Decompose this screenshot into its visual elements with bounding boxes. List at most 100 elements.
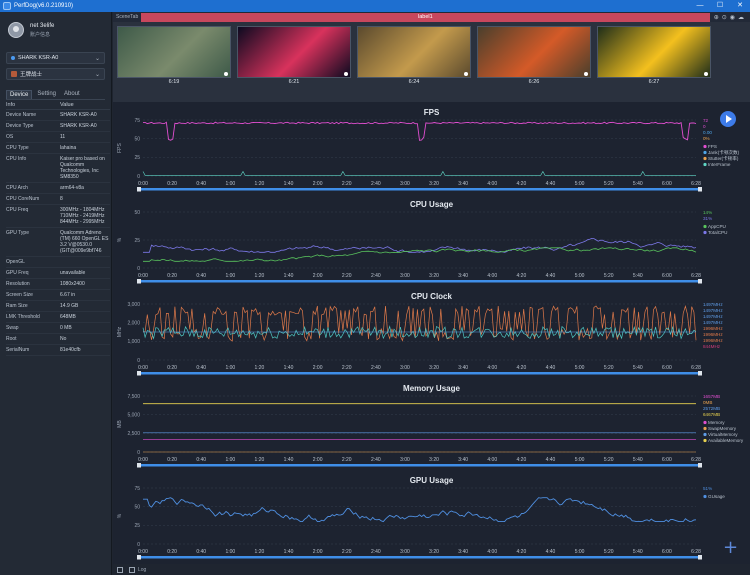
screenshot-thumbnail[interactable]: 6:27 [597,26,711,96]
chevron-down-icon: ⌄ [94,55,100,62]
info-table-header: Info Value [6,100,110,110]
slider-handle-left[interactable] [137,555,141,560]
scene-label-track[interactable]: label1 [141,12,710,22]
info-value: arm64-v8a [60,185,84,191]
time-range-slider[interactable] [139,188,700,191]
log-label[interactable]: Log [138,567,146,573]
slider-handle-right[interactable] [698,555,702,560]
time-range-slider[interactable] [139,556,700,559]
window-title: PerfDog(v6.0.210910) [14,3,74,9]
minimize-button[interactable]: — [690,0,710,12]
x-tick-label: 0:20 [167,365,177,371]
marker-icon[interactable]: ◉ [730,14,735,21]
x-tick-label: 3:00 [400,365,410,371]
series-line [142,170,696,176]
info-value: Kaiser pro based on Qualcomm Technologie… [60,156,105,180]
x-tick-label: 2:00 [313,549,323,555]
screenshot-time: 6:19 [168,79,180,85]
chart-svg[interactable]: % 75 50 25 00:00 0:20 0:40 1:00 1:20 1:40 2:00 2:20… [113,474,750,566]
screenshot-strip: 6:19 6:21 6:24 6:26 6:27 [113,22,750,102]
info-value: Qualcomm Adreno (TM) 660 OpenGL ES 3.2 V… [60,230,109,254]
legend-item[interactable]: VirtualMemory [708,432,738,437]
legend-item[interactable]: Jank(卡顿次数) [708,149,740,156]
legend-value: 51% [703,486,712,491]
time-range-slider[interactable] [139,280,700,283]
tab-device[interactable]: Device [6,90,33,99]
legend-value: 0% [703,136,710,141]
screenshot-thumbnail[interactable]: 6:21 [237,26,351,96]
tab-about[interactable]: About [61,90,83,99]
legend-item[interactable]: GUsage [708,494,725,499]
slider-handle-right[interactable] [698,187,702,192]
info-value [60,259,110,265]
screenshot-image[interactable] [237,26,351,78]
legend-item[interactable]: Stutter(卡顿率) [708,155,739,162]
y-tick-label: 5,000 [127,412,140,418]
checkbox-icon[interactable] [117,566,123,573]
screenshot-time: 6:21 [288,79,300,85]
maximize-button[interactable]: ☐ [710,0,730,12]
screenshot-thumbnail[interactable]: 6:19 [117,26,231,96]
main-panel: SceneTab label1 ⊕ ⊙ ◉ ☁ 6:19 6:21 6:24 6:26… [113,12,750,564]
add-scene-icon[interactable]: ⊕ [714,14,719,21]
info-key: LMK Threshold [6,314,40,320]
slider-handle-left[interactable] [137,463,141,468]
info-key: Ram Size [6,303,28,309]
close-button[interactable]: ✕ [730,0,750,12]
x-tick-label: 0:20 [167,181,177,187]
chart-svg[interactable]: MB 7,500 5,000 2,500 00:00 0:20 0:40 1:00 1:20 1:… [113,382,750,474]
x-tick-label: 0:00 [138,365,148,371]
legend-item[interactable]: AvailableMemory [708,438,744,443]
avatar[interactable] [8,22,24,38]
x-tick-label: 2:40 [371,181,381,187]
legend-item[interactable]: TotalCPU [708,230,727,235]
slider-handle-right[interactable] [698,371,702,376]
add-chart-button[interactable]: + [723,537,738,558]
chart-svg[interactable]: FPS75502500:00 0:20 0:40 1:00 1:20 1:40 2:00 2:… [113,106,750,198]
cloud-upload-icon[interactable]: ☁ [738,14,744,21]
device-select[interactable]: SHARK KSR-A0 ⌄ [6,52,105,64]
chart-panel-memory-usage: Memory Usage MB 7,500 5,000 2,500 0 0:00 0:20 0:… [113,382,750,474]
slider-handle-right[interactable] [698,463,702,468]
slider-handle-left[interactable] [137,371,141,376]
screenshot-image[interactable] [357,26,471,78]
screenshot-image[interactable] [117,26,231,78]
legend-item[interactable]: InterFrame [708,162,731,167]
legend-dot [703,438,707,443]
screenshot-image[interactable] [477,26,591,78]
time-range-slider[interactable] [139,464,700,467]
chart-svg[interactable]: % 50 25 00:00 0:20 0:40 1:00 1:20 1:40 2:00 2:20 2:… [113,198,750,290]
x-tick-label: 5:40 [633,549,643,555]
time-range-slider[interactable] [139,372,700,375]
screenshot-thumbnail[interactable]: 6:26 [477,26,591,96]
scene-tab-label: SceneTab [116,14,139,20]
slider-handle-left[interactable] [137,279,141,284]
x-tick-label: 5:40 [633,273,643,279]
legend-dot [703,420,707,425]
screenshot-thumbnail[interactable]: 6:24 [357,26,471,96]
location-icon[interactable]: ⊙ [722,14,727,21]
legend-value: 6467MB [703,412,720,417]
account-info-link[interactable]: 账户信息 [30,31,54,38]
play-button[interactable] [720,111,736,127]
legend-item[interactable]: SwapMemory [708,426,737,431]
y-tick-label: 25 [134,155,140,161]
tab-setting[interactable]: Setting [34,90,59,99]
slider-handle-left[interactable] [137,187,141,192]
legend-value: 1497MHz [703,320,723,325]
slider-handle-right[interactable] [698,279,702,284]
chart-svg[interactable]: MHz 3,000 2,000 1,000 00:00 0:20 0:40 1:00 1:20 1… [113,290,750,382]
screenshot-image[interactable] [597,26,711,78]
app-select[interactable]: 王牌战士 ⌄ [6,68,105,80]
legend-dot [703,162,707,167]
profile[interactable]: net 3elife 账户信息 [0,12,111,48]
info-value: 14.9 GB [60,303,79,309]
legend-item[interactable]: FPS [708,144,717,149]
y-axis-label: % [117,237,123,242]
legend-dot [703,426,707,431]
x-tick-label: 1:00 [225,549,235,555]
window-icon[interactable] [129,566,135,573]
legend-item[interactable]: AppCPU [708,224,726,229]
info-value: 0 MB [60,325,72,331]
legend-item[interactable]: Memory [708,420,725,425]
